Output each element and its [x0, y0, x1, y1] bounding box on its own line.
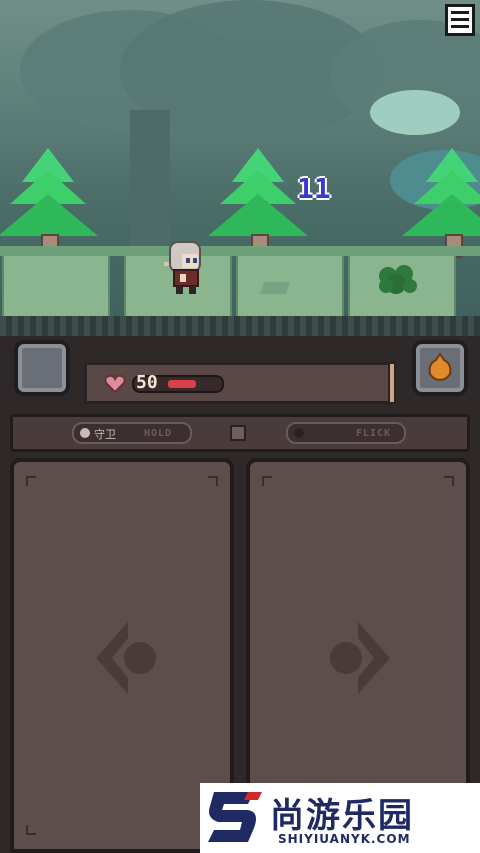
hp-bar-fill — [168, 380, 196, 388]
player-status-bar — [84, 362, 396, 404]
damage-number: 11 — [297, 172, 331, 205]
flick-control[interactable]: FLICK — [286, 422, 406, 444]
tile-edge — [0, 246, 480, 256]
card-corner — [208, 476, 218, 486]
guard-label: 守卫 — [94, 428, 116, 441]
hold-key-label: HOLD — [144, 428, 173, 439]
pine-tree — [402, 148, 480, 258]
center-toggle[interactable] — [230, 425, 246, 441]
right-arrow-icon — [330, 622, 390, 694]
watermark-logo-icon — [208, 792, 262, 842]
item-slot-button[interactable] — [412, 340, 468, 396]
guard-icon — [80, 428, 90, 438]
left-arrow-icon — [96, 622, 156, 694]
onion-item-icon — [428, 352, 452, 382]
background-tree-trunk — [130, 110, 170, 250]
hamburger-menu-icon — [451, 11, 469, 28]
flick-icon — [294, 428, 304, 438]
watermark-domain: SHIYIUANYK.COM — [278, 832, 411, 846]
card-corner — [26, 476, 36, 486]
card-corner — [444, 476, 454, 486]
game-scene: 11 — [0, 0, 480, 340]
card-corner — [262, 476, 272, 486]
guard-hold-control[interactable]: 守卫 HOLD — [72, 422, 192, 444]
player-character — [164, 241, 201, 294]
pine-tree — [0, 148, 98, 258]
hp-value: 50 — [136, 372, 158, 393]
pine-tree — [208, 148, 308, 258]
menu-button[interactable] — [445, 4, 475, 36]
leaf-debris-icon — [259, 282, 291, 294]
card-corner — [26, 825, 36, 835]
bar-cap-right — [388, 362, 396, 404]
background-bush — [370, 90, 460, 135]
watermark-brand: 尚游乐园 — [270, 796, 414, 836]
flick-key-label: FLICK — [356, 428, 392, 439]
clover-bush-icon — [379, 265, 417, 294]
heart-icon — [104, 374, 126, 394]
empty-item-slot-button[interactable] — [14, 340, 70, 396]
